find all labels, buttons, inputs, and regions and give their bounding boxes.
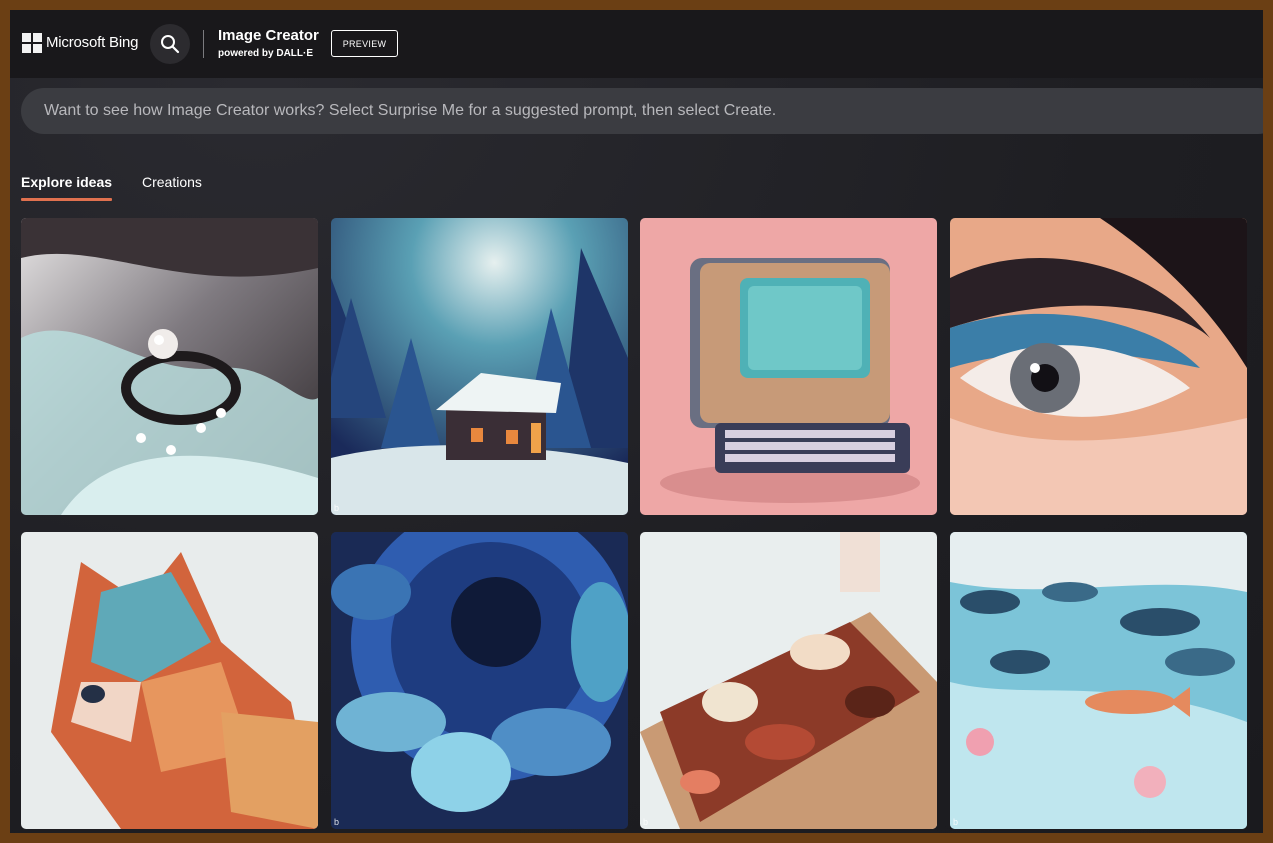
watermark: b: [334, 817, 340, 827]
app-window: Microsoft Bing Image Creator powered by …: [10, 10, 1263, 833]
prompt-input[interactable]: [42, 101, 1146, 121]
gallery-image-pearl-ring[interactable]: [21, 218, 318, 515]
watermark: b: [643, 817, 649, 827]
active-tab-indicator: [21, 198, 112, 201]
geometric-fox-image: [21, 532, 318, 829]
top-header: Microsoft Bing Image Creator powered by …: [10, 10, 1263, 78]
gallery-image-koi-pond[interactable]: b: [950, 532, 1247, 829]
charcuterie-image: [640, 532, 937, 829]
preview-badge: PREVIEW: [331, 30, 398, 57]
header-divider: [203, 30, 204, 58]
search-icon: [161, 35, 180, 54]
tab-creations[interactable]: Creations: [142, 174, 202, 190]
gallery-image-blue-dahlia[interactable]: b: [331, 532, 628, 829]
watermark: b: [334, 503, 340, 513]
brand-name[interactable]: Microsoft Bing: [46, 34, 138, 51]
eye-makeup-image: [950, 218, 1247, 515]
prompt-bar: [21, 88, 1263, 134]
gallery-image-geometric-fox[interactable]: [21, 532, 318, 829]
blue-dahlia-image: [331, 532, 628, 829]
gallery-image-snowy-cabin[interactable]: b: [331, 218, 628, 515]
koi-pond-image: [950, 532, 1247, 829]
gallery-image-charcuterie[interactable]: b: [640, 532, 937, 829]
microsoft-logo-icon: [22, 33, 42, 53]
tab-label: Creations: [142, 174, 202, 190]
retro-computer-image: [640, 218, 937, 515]
app-subtitle: powered by DALL·E: [218, 48, 314, 59]
app-title[interactable]: Image Creator: [218, 27, 319, 44]
snowy-cabin-image: [331, 218, 628, 515]
watermark: b: [953, 817, 959, 827]
tab-explore-ideas[interactable]: Explore ideas: [21, 174, 113, 201]
pearl-ring-image: [21, 218, 318, 515]
gallery-image-retro-computer[interactable]: [640, 218, 937, 515]
search-button[interactable]: [150, 24, 190, 64]
tab-label: Explore ideas: [21, 174, 113, 190]
gallery-image-eye-makeup[interactable]: [950, 218, 1247, 515]
